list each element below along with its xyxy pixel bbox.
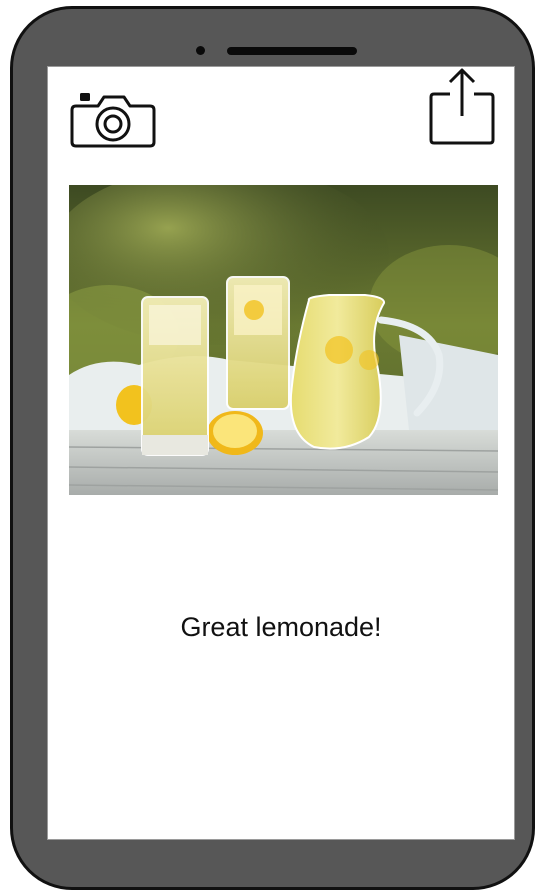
share-button[interactable] <box>428 66 496 146</box>
caption-text: Great lemonade! <box>180 612 382 642</box>
lemonade-photo <box>69 185 498 495</box>
camera-icon <box>70 93 156 148</box>
front-camera-dot <box>196 46 205 55</box>
camera-button[interactable] <box>70 86 156 150</box>
speaker-slot <box>227 47 357 55</box>
share-icon <box>429 68 495 145</box>
